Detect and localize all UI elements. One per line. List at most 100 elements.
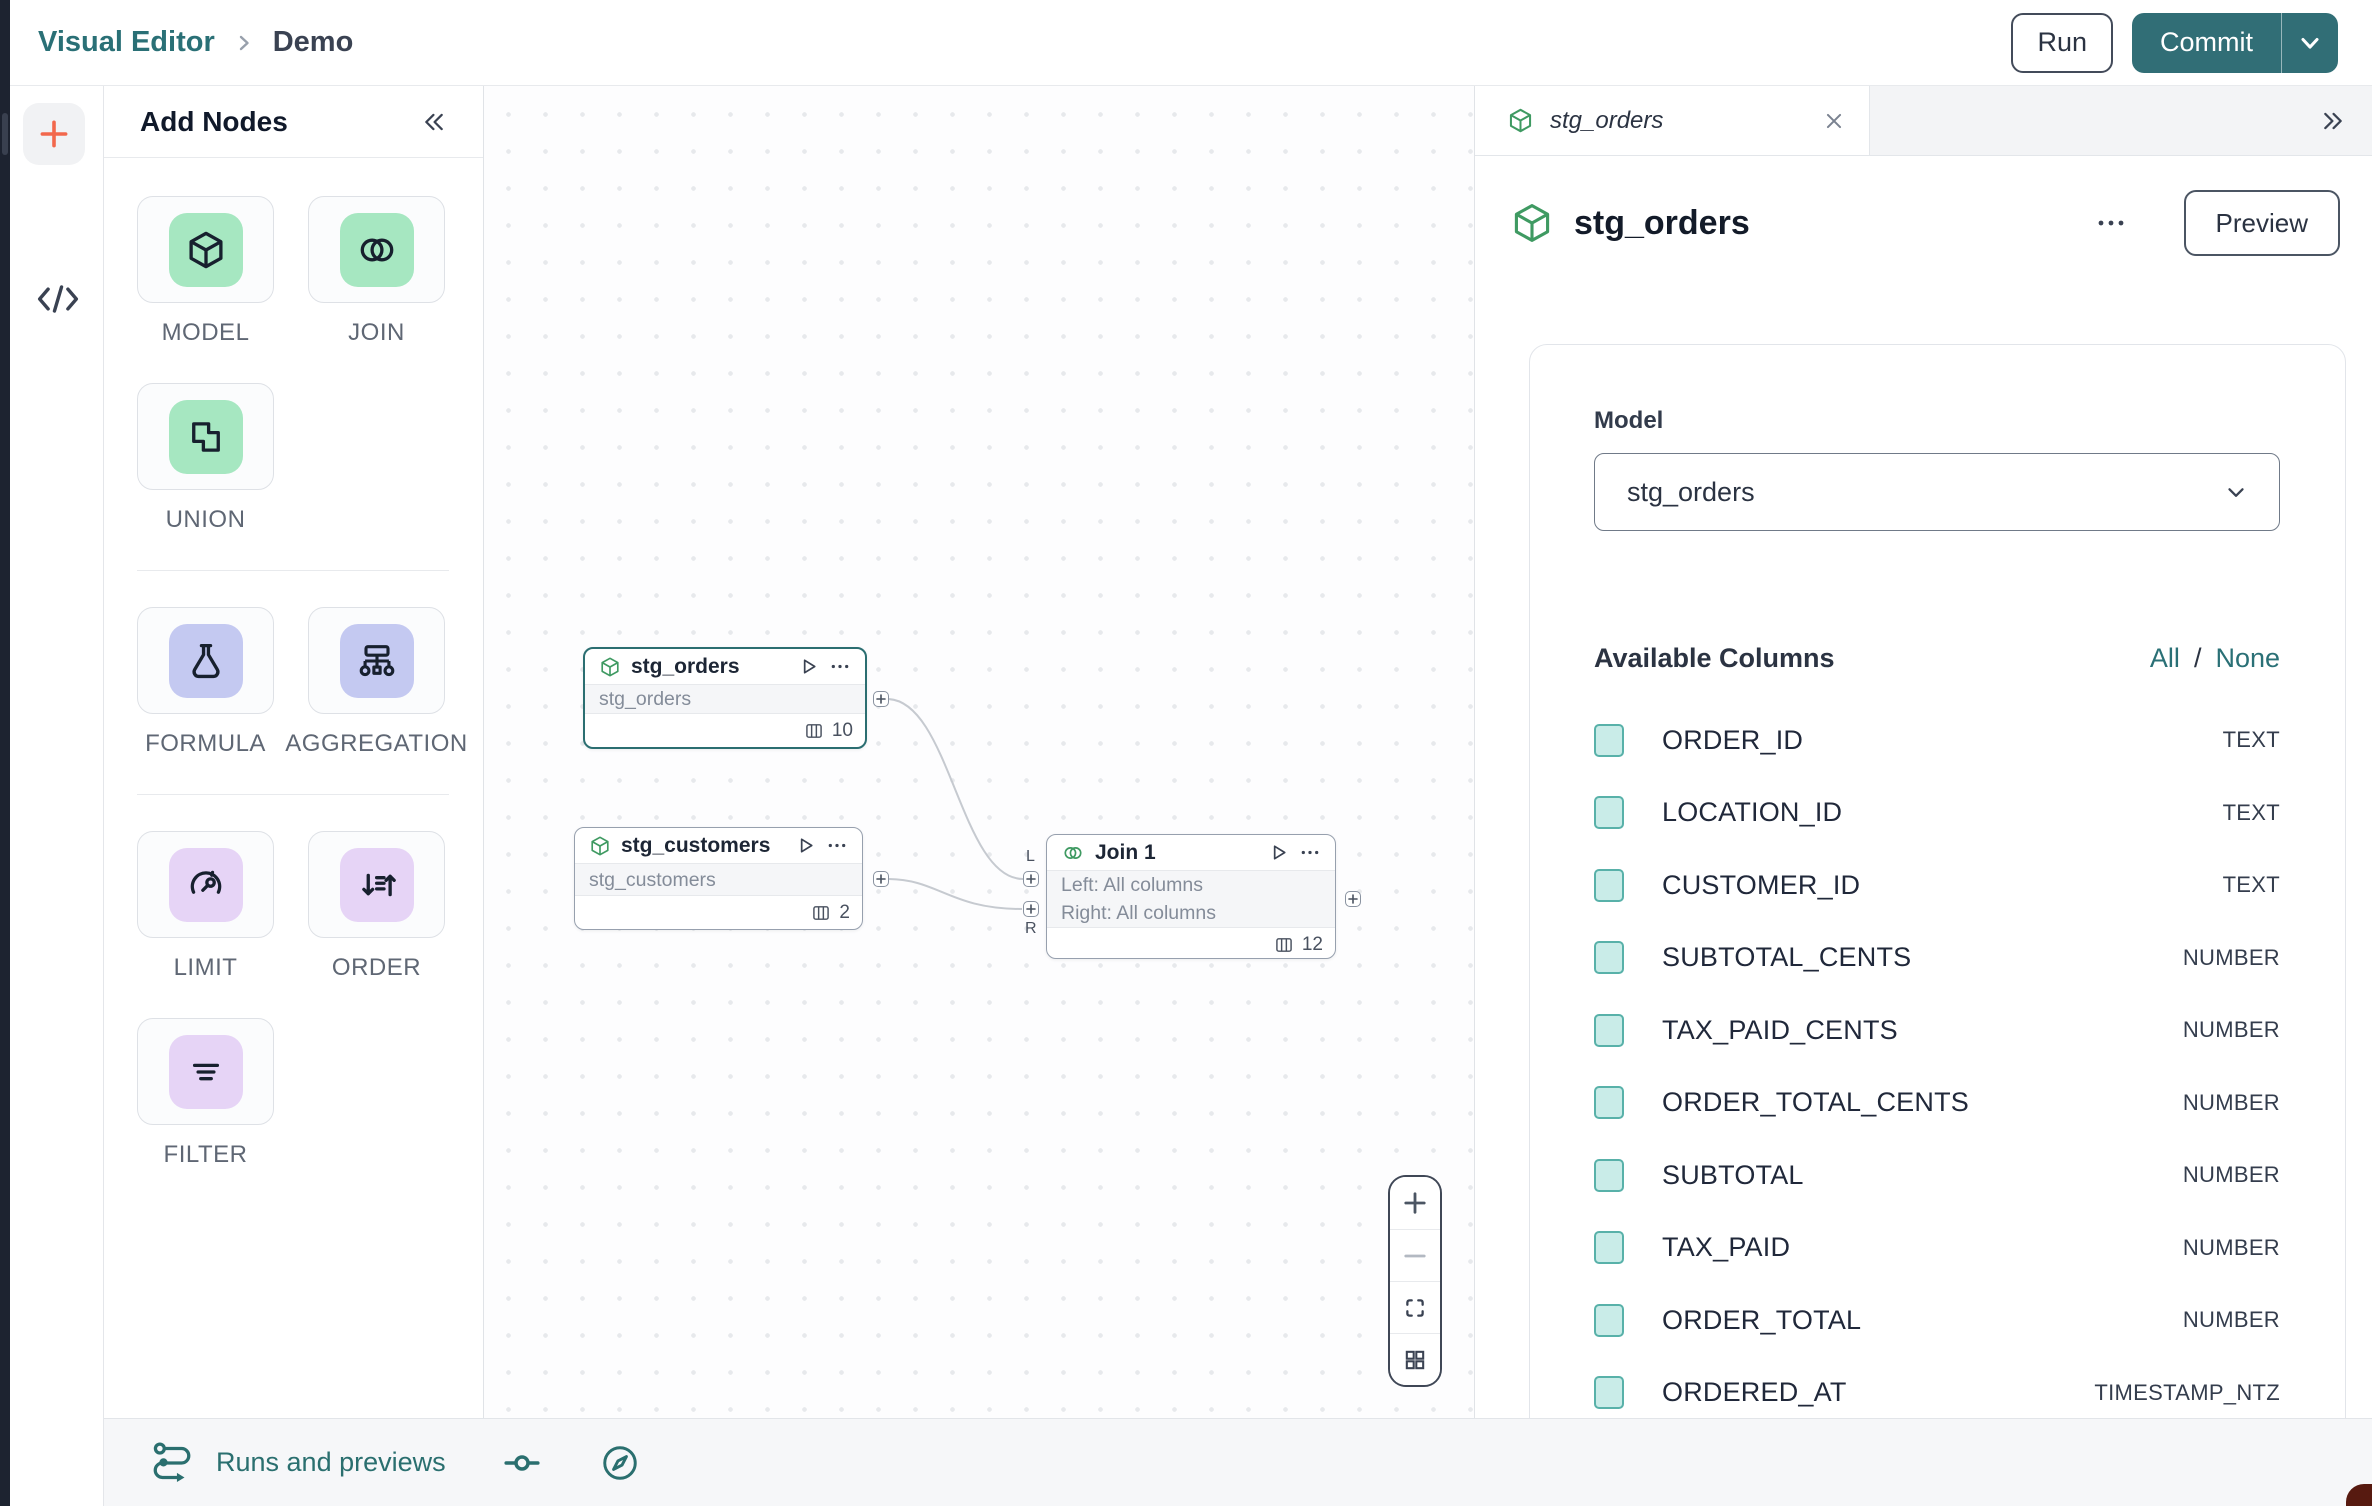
column-type: NUMBER xyxy=(2183,1235,2280,1261)
column-row-order-id[interactable]: ORDER_ID TEXT xyxy=(1594,704,2280,777)
tab-title: stg_orders xyxy=(1550,107,1663,135)
palette-tile-label: AGGREGATION xyxy=(285,730,467,758)
add-button[interactable] xyxy=(23,103,85,165)
plus-icon xyxy=(1026,904,1036,914)
zoom-out-button[interactable] xyxy=(1390,1229,1440,1281)
explore-button[interactable] xyxy=(598,1441,642,1485)
select-none-link[interactable]: None xyxy=(2215,643,2280,674)
git-commit-icon xyxy=(502,1443,542,1483)
model-field-label: Model xyxy=(1594,407,2280,435)
column-checkbox[interactable] xyxy=(1594,1231,1624,1264)
palette-tile-formula[interactable]: FORMULA xyxy=(137,607,274,758)
palette-tile-order[interactable]: ORDER xyxy=(308,831,445,982)
column-name: ORDER_TOTAL xyxy=(1662,1305,1861,1336)
palette-tile-union[interactable]: UNION xyxy=(137,383,274,534)
column-checkbox[interactable] xyxy=(1594,796,1624,829)
column-checkbox[interactable] xyxy=(1594,1376,1624,1409)
code-view-button[interactable] xyxy=(34,282,82,316)
column-checkbox[interactable] xyxy=(1594,941,1624,974)
column-row-order-total[interactable]: ORDER_TOTAL NUMBER xyxy=(1594,1284,2280,1357)
column-checkbox[interactable] xyxy=(1594,1086,1624,1119)
chevrons-right-icon xyxy=(2318,108,2348,134)
breadcrumb: Visual Editor Demo xyxy=(38,26,353,59)
inspector-tab-strip: stg_orders xyxy=(1475,86,2372,156)
select-all-link[interactable]: All xyxy=(2150,643,2180,674)
fit-view-button[interactable] xyxy=(1390,1281,1440,1333)
column-checkbox[interactable] xyxy=(1594,724,1624,757)
compass-icon xyxy=(598,1441,642,1485)
add-edge-handle-join-out[interactable] xyxy=(1345,891,1361,907)
aggregation-icon xyxy=(355,639,399,683)
node-body: stg_orders xyxy=(585,684,865,714)
column-checkbox[interactable] xyxy=(1594,869,1624,902)
run-node-icon[interactable] xyxy=(795,835,816,856)
node-header: stg_orders xyxy=(585,649,865,684)
columns-icon xyxy=(811,903,831,923)
preview-button[interactable]: Preview xyxy=(2184,190,2340,256)
model-select-value: stg_orders xyxy=(1627,477,1755,508)
run-node-icon[interactable] xyxy=(1268,842,1289,863)
collapse-panel-button[interactable] xyxy=(419,109,449,135)
breadcrumb-visual-editor-link[interactable]: Visual Editor xyxy=(38,26,215,59)
runs-and-previews-button[interactable]: Runs and previews xyxy=(216,1447,446,1478)
join-left-input-handle[interactable] xyxy=(1023,871,1039,887)
column-row-tax-paid[interactable]: TAX_PAID NUMBER xyxy=(1594,1212,2280,1285)
run-button[interactable]: Run xyxy=(2011,13,2113,73)
column-row-location-id[interactable]: LOCATION_ID TEXT xyxy=(1594,777,2280,850)
commit-button[interactable]: Commit xyxy=(2132,13,2281,73)
column-row-customer-id[interactable]: CUSTOMER_ID TEXT xyxy=(1594,849,2280,922)
more-icon[interactable] xyxy=(829,656,851,677)
columns-icon xyxy=(1274,935,1294,955)
zoom-in-button[interactable] xyxy=(1390,1177,1440,1229)
commit-dropdown-button[interactable] xyxy=(2281,13,2338,73)
node-join-1[interactable]: Join 1 Left: All columns Right: All colu… xyxy=(1046,834,1336,959)
more-options-button[interactable] xyxy=(2082,207,2140,239)
tile-view-button[interactable] xyxy=(1390,1333,1440,1385)
model-cube-icon xyxy=(1507,107,1534,134)
commit-node-button[interactable] xyxy=(502,1443,542,1483)
palette-tile-aggregation[interactable]: AGGREGATION xyxy=(308,607,445,758)
join-right-input-handle[interactable] xyxy=(1023,901,1039,917)
select-links-separator: / xyxy=(2194,643,2202,674)
column-row-ordered-at[interactable]: ORDERED_AT TIMESTAMP_NTZ xyxy=(1594,1357,2280,1419)
limit-gauge-icon xyxy=(185,864,227,906)
columns-icon xyxy=(804,721,824,741)
column-row-subtotal[interactable]: SUBTOTAL NUMBER xyxy=(1594,1139,2280,1212)
model-select[interactable]: stg_orders xyxy=(1594,453,2280,531)
column-row-subtotal-cents[interactable]: SUBTOTAL_CENTS NUMBER xyxy=(1594,922,2280,995)
node-stg-customers[interactable]: stg_customers stg_customers 2 xyxy=(574,827,863,930)
palette-tile-model[interactable]: MODEL xyxy=(137,196,274,347)
palette-tile-join[interactable]: JOIN xyxy=(308,196,445,347)
available-columns-label: Available Columns xyxy=(1594,643,1835,674)
node-body: Left: All columns Right: All columns xyxy=(1047,870,1335,928)
column-count: 10 xyxy=(832,720,853,742)
tab-stg-orders[interactable]: stg_orders xyxy=(1475,86,1870,155)
palette-tile-label: FILTER xyxy=(164,1141,248,1169)
close-tab-button[interactable] xyxy=(1823,110,1845,132)
column-checkbox[interactable] xyxy=(1594,1304,1624,1337)
more-icon[interactable] xyxy=(826,835,848,856)
column-count: 2 xyxy=(839,902,850,924)
model-cube-icon xyxy=(1510,201,1554,245)
flow-canvas[interactable]: stg_orders stg_orders 10 stg_customers s… xyxy=(484,86,1474,1418)
node-header: stg_customers xyxy=(575,828,862,863)
expand-panel-button[interactable] xyxy=(2318,86,2372,155)
column-type: NUMBER xyxy=(2183,1017,2280,1043)
palette-tile-limit[interactable]: LIMIT xyxy=(137,831,274,982)
add-edge-handle-stg-orders-out[interactable] xyxy=(873,691,889,707)
palette-tile-filter[interactable]: FILTER xyxy=(137,1018,274,1169)
more-icon[interactable] xyxy=(1299,842,1321,863)
fit-view-icon xyxy=(1403,1296,1427,1320)
column-checkbox[interactable] xyxy=(1594,1159,1624,1192)
node-stg-orders[interactable]: stg_orders stg_orders 10 xyxy=(583,647,867,749)
column-row-tax-paid-cents[interactable]: TAX_PAID_CENTS NUMBER xyxy=(1594,994,2280,1067)
column-row-order-total-cents[interactable]: ORDER_TOTAL_CENTS NUMBER xyxy=(1594,1067,2280,1140)
inspector-panel: stg_orders stg_orders Preview Model stg_… xyxy=(1474,86,2372,1418)
add-edge-handle-stg-customers-out[interactable] xyxy=(873,871,889,887)
column-name: SUBTOTAL_CENTS xyxy=(1662,942,1911,973)
column-checkbox[interactable] xyxy=(1594,1014,1624,1047)
edge-stg-customers-to-join xyxy=(887,879,1022,909)
palette-divider xyxy=(137,570,449,571)
run-node-icon[interactable] xyxy=(798,656,819,677)
inspector-title: stg_orders xyxy=(1574,204,1750,243)
